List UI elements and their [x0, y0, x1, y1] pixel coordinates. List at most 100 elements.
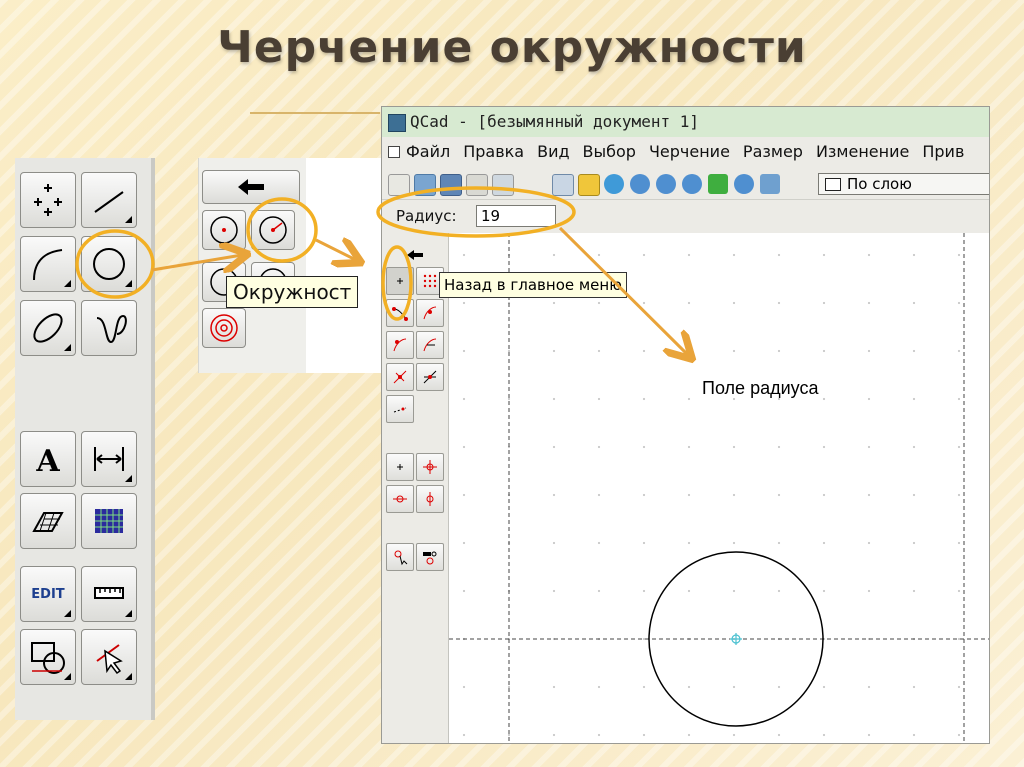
- grid-dot: [822, 541, 826, 545]
- block-icon[interactable]: [20, 629, 76, 685]
- restrict-vertical-icon[interactable]: [416, 485, 444, 513]
- restrict-horizontal-icon[interactable]: [386, 485, 414, 513]
- text-icon[interactable]: A: [20, 431, 76, 487]
- grid-dot: [867, 589, 871, 593]
- grid-dot: [597, 349, 601, 353]
- grid-dot: [912, 493, 916, 497]
- grid-dot: [552, 589, 556, 593]
- circle-center-point-tool-icon[interactable]: [386, 267, 414, 295]
- menu-snap[interactable]: Прив: [922, 142, 964, 161]
- menu-file[interactable]: Файл: [406, 142, 450, 161]
- grid-dot: [822, 445, 826, 449]
- grid-dot: [912, 685, 916, 689]
- dimension-icon[interactable]: [81, 431, 137, 487]
- lock-relative-zero-icon[interactable]: [416, 543, 444, 571]
- menu-bar: Файл Правка Вид Выбор Черчение Размер Изменени…: [382, 139, 989, 165]
- zoom-auto-icon[interactable]: [682, 174, 702, 194]
- menu-edit[interactable]: Правка: [463, 142, 524, 161]
- grid-dot: [777, 685, 781, 689]
- radius-input[interactable]: 19: [476, 205, 556, 227]
- zoom-previous-icon[interactable]: [708, 174, 728, 194]
- grid-dot: [867, 541, 871, 545]
- back-arrow-icon[interactable]: [386, 247, 444, 263]
- grid-toggle-icon[interactable]: [552, 174, 574, 196]
- axis-guides: [449, 233, 989, 743]
- menu-modify[interactable]: Изменение: [816, 142, 909, 161]
- snap-on-entity-icon[interactable]: [416, 299, 444, 327]
- zoom-window-icon[interactable]: [734, 174, 754, 194]
- back-arrow-icon[interactable]: [202, 170, 300, 204]
- grid-dot: [687, 301, 691, 305]
- menu-select[interactable]: Выбор: [583, 142, 636, 161]
- snap-middle-icon[interactable]: [416, 331, 444, 359]
- open-file-icon[interactable]: [414, 174, 436, 196]
- grid-dot: [732, 685, 736, 689]
- snap-free-icon[interactable]: [386, 395, 414, 423]
- pan-icon[interactable]: [760, 174, 780, 194]
- restrict-nothing-icon[interactable]: [386, 453, 414, 481]
- image-icon[interactable]: [81, 493, 137, 549]
- edit-icon[interactable]: EDIT: [20, 566, 76, 622]
- redraw-icon[interactable]: [604, 174, 624, 194]
- grid-dot: [462, 349, 466, 353]
- grid-dot: [912, 541, 916, 545]
- grid-dot: [552, 493, 556, 497]
- menu-dimension[interactable]: Размер: [743, 142, 803, 161]
- select-icon[interactable]: [81, 629, 137, 685]
- grid-dot: [822, 493, 826, 497]
- grid-dot: [957, 589, 961, 593]
- grid-dot: [462, 253, 466, 257]
- arc-icon[interactable]: [20, 236, 76, 292]
- restrict-orthogonal-icon[interactable]: [416, 453, 444, 481]
- layer-select-value: По слою: [847, 175, 912, 193]
- print-icon[interactable]: [466, 174, 488, 196]
- points-icon[interactable]: [20, 172, 76, 228]
- pencil-icon[interactable]: [578, 174, 600, 196]
- snap-endpoint-icon[interactable]: [386, 299, 414, 327]
- decorative-rule: [250, 112, 380, 114]
- layer-select[interactable]: По слою: [818, 173, 989, 195]
- back-to-main-menu-tooltip: Назад в главное меню: [439, 272, 627, 298]
- drawing-canvas[interactable]: [449, 233, 989, 743]
- circle-center-point-icon[interactable]: [202, 210, 246, 250]
- grid-dot: [732, 541, 736, 545]
- grid-dot: [822, 397, 826, 401]
- grid-dot: [687, 397, 691, 401]
- snap-center-icon[interactable]: [386, 331, 414, 359]
- menu-view[interactable]: Вид: [537, 142, 569, 161]
- new-file-icon[interactable]: [388, 174, 410, 196]
- radius-label: Радиус:: [396, 207, 457, 225]
- concentric-circle-icon[interactable]: [202, 308, 246, 348]
- qcad-window: QCad - [безымянный документ 1] Файл Правк…: [381, 106, 990, 744]
- circle-center-radius-icon[interactable]: [251, 210, 295, 250]
- svg-text:A: A: [35, 444, 60, 479]
- snap-distance-icon[interactable]: [386, 363, 414, 391]
- drawing-toolbar: A EDIT: [15, 158, 155, 720]
- save-file-icon[interactable]: [440, 174, 462, 196]
- grid-dot: [642, 445, 646, 449]
- grid-dot: [822, 301, 826, 305]
- qcad-app-icon: [388, 114, 406, 132]
- line-icon[interactable]: [81, 172, 137, 228]
- grid-dot: [462, 493, 466, 497]
- zoom-out-icon[interactable]: [656, 174, 676, 194]
- print-preview-icon[interactable]: [492, 174, 514, 196]
- ellipse-icon[interactable]: [20, 300, 76, 356]
- snap-intersection-icon[interactable]: [416, 363, 444, 391]
- grid-dot: [597, 685, 601, 689]
- hatch-icon[interactable]: [20, 493, 76, 549]
- grid-dot: [957, 445, 961, 449]
- grid-dot: [732, 349, 736, 353]
- spline-icon[interactable]: [81, 300, 137, 356]
- grid-dot: [462, 733, 466, 737]
- measure-icon[interactable]: [81, 566, 137, 622]
- grid-dot: [822, 685, 826, 689]
- menu-draw[interactable]: Черчение: [649, 142, 730, 161]
- grid-dot: [912, 589, 916, 593]
- grid-dot: [462, 541, 466, 545]
- set-relative-zero-icon[interactable]: [386, 543, 414, 571]
- grid-dot: [552, 685, 556, 689]
- zoom-in-icon[interactable]: [630, 174, 650, 194]
- circle-icon[interactable]: [81, 236, 137, 292]
- system-menu-icon[interactable]: [388, 146, 400, 158]
